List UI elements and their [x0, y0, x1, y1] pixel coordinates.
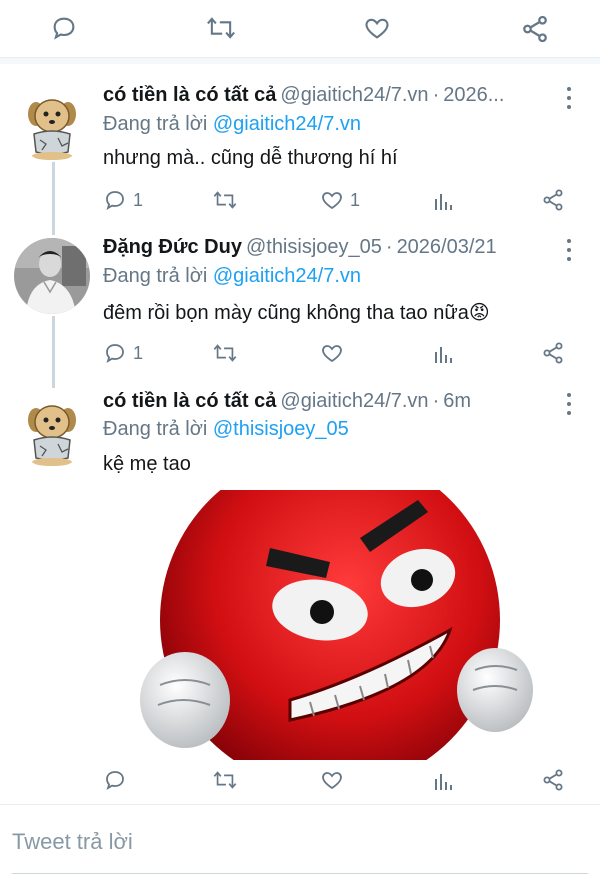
- dog-avatar-image: [28, 405, 76, 466]
- separator: ·: [432, 390, 440, 412]
- tweet-header: Đặng Đức Duy @thisisjoey_05 · 2026/03/21: [103, 236, 548, 264]
- reply-compose-box[interactable]: Tweet trả lời: [0, 804, 600, 882]
- thread-line: [52, 160, 55, 235]
- replying-prefix: Đang trả lời: [103, 113, 208, 135]
- reply-button[interactable]: [50, 14, 78, 42]
- like-count: 1: [350, 189, 361, 210]
- retweet-button[interactable]: [212, 188, 238, 212]
- share-icon: [543, 189, 563, 211]
- share-button[interactable]: [541, 768, 565, 792]
- timestamp[interactable]: 2026/03/21: [397, 236, 497, 258]
- reply-icon: [106, 344, 124, 363]
- replying-to-link[interactable]: @giaitich24/7.vn: [213, 113, 361, 135]
- display-name[interactable]: có tiền là có tất cả: [103, 84, 276, 106]
- person-photo-image: [14, 238, 90, 314]
- dog-avatar-image: [28, 99, 76, 160]
- like-button[interactable]: [362, 14, 392, 42]
- share-button[interactable]: [541, 188, 565, 212]
- analytics-button[interactable]: [432, 770, 454, 792]
- heart-icon: [322, 772, 342, 790]
- angry-red-emoji-image[interactable]: [140, 450, 540, 790]
- replying-to-link[interactable]: @giaitich24/7.vn: [213, 265, 361, 287]
- replying-to: Đang trả lời @thisisjoey_05: [103, 418, 349, 441]
- tweet-text: đêm rồi bọn mày cũng không tha tao nữa😡: [103, 302, 490, 324]
- tweet-text: nhưng mà.. cũng dễ thương hí hí: [103, 147, 398, 169]
- like-button[interactable]: 1: [320, 188, 360, 212]
- replying-prefix: Đang trả lời: [103, 265, 208, 287]
- timestamp[interactable]: 2026...: [443, 84, 504, 106]
- timestamp[interactable]: 6m: [443, 390, 471, 412]
- retweet-button[interactable]: [212, 341, 238, 365]
- more-options-button[interactable]: [562, 87, 576, 109]
- retweet-icon: [213, 344, 237, 362]
- reply-icon: [106, 191, 124, 210]
- replying-prefix: Đang trả lời: [103, 418, 208, 440]
- retweet-icon: [213, 191, 237, 209]
- display-name[interactable]: có tiền là có tất cả: [103, 390, 276, 412]
- like-button[interactable]: [320, 768, 344, 792]
- analytics-icon: [435, 194, 452, 210]
- reply-button[interactable]: 1: [103, 341, 143, 365]
- user-handle[interactable]: @thisisjoey_05: [246, 236, 382, 258]
- analytics-button[interactable]: [432, 190, 454, 212]
- dog-avatar[interactable]: [14, 392, 90, 468]
- retweet-button[interactable]: [212, 768, 238, 792]
- reply-input-underline: [12, 873, 588, 874]
- like-button[interactable]: [320, 341, 344, 365]
- share-button[interactable]: [520, 14, 550, 44]
- analytics-icon: [435, 774, 452, 790]
- reply-count: 1: [133, 342, 144, 363]
- reply-input-placeholder[interactable]: Tweet trả lời: [12, 829, 133, 855]
- share-button[interactable]: [541, 341, 565, 365]
- tweet-header: có tiền là có tất cả @giaitich24/7.vn · 6m: [103, 390, 548, 418]
- dog-avatar[interactable]: [14, 86, 90, 162]
- person-photo-avatar[interactable]: [14, 238, 90, 314]
- analytics-icon: [435, 347, 452, 363]
- share-icon: [543, 769, 563, 791]
- share-icon: [543, 342, 563, 364]
- more-options-button[interactable]: [562, 239, 576, 261]
- share-icon: [523, 15, 547, 43]
- user-handle[interactable]: @giaitich24/7.vn: [280, 84, 428, 106]
- thread-line: [52, 316, 55, 388]
- tweet-header: có tiền là có tất cả @giaitich24/7.vn · 202…: [103, 84, 548, 112]
- reply-button[interactable]: [103, 768, 127, 792]
- section-divider: [0, 58, 600, 64]
- replying-to: Đang trả lời @giaitich24/7.vn: [103, 265, 361, 288]
- separator: ·: [432, 84, 440, 106]
- reply-icon: [53, 17, 75, 40]
- replying-to: Đang trả lời @giaitich24/7.vn: [103, 113, 361, 136]
- separator: ·: [385, 236, 393, 258]
- top-action-bar: [0, 0, 600, 58]
- retweet-button[interactable]: [205, 14, 237, 42]
- analytics-button[interactable]: [432, 343, 454, 365]
- retweet-icon: [207, 17, 235, 39]
- heart-icon: [322, 345, 342, 363]
- user-handle[interactable]: @giaitich24/7.vn: [280, 390, 428, 412]
- heart-icon: [322, 192, 342, 210]
- reply-icon: [106, 771, 124, 790]
- display-name[interactable]: Đặng Đức Duy: [103, 236, 242, 258]
- replying-to-link[interactable]: @thisisjoey_05: [213, 418, 349, 440]
- heart-icon: [365, 18, 389, 39]
- reply-count: 1: [133, 189, 144, 210]
- retweet-icon: [213, 771, 237, 789]
- more-options-button[interactable]: [562, 393, 576, 415]
- tweet-text: kệ mẹ tao: [103, 453, 191, 475]
- reply-button[interactable]: 1: [103, 188, 143, 212]
